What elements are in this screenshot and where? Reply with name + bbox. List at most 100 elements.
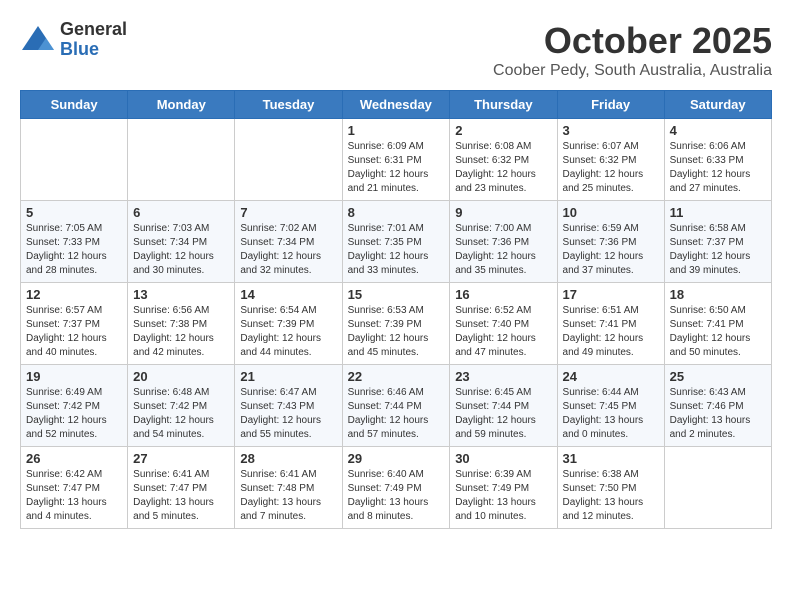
day-info: Sunrise: 6:43 AM Sunset: 7:46 PM Dayligh… <box>670 386 766 442</box>
day-number: 30 <box>455 451 551 466</box>
calendar-cell: 15 Sunrise: 6:53 AM Sunset: 7:39 PM Dayli… <box>342 283 450 365</box>
week-row-2: 5 Sunrise: 7:05 AM Sunset: 7:33 PM Daylig… <box>21 201 772 283</box>
calendar-cell: 13 Sunrise: 6:56 AM Sunset: 7:38 PM Dayli… <box>128 283 235 365</box>
day-number: 18 <box>670 287 766 302</box>
day-number: 8 <box>348 205 445 220</box>
calendar-cell: 27 Sunrise: 6:41 AM Sunset: 7:47 PM Dayli… <box>128 447 235 529</box>
day-number: 12 <box>26 287 122 302</box>
day-info: Sunrise: 6:59 AM Sunset: 7:36 PM Dayligh… <box>563 222 659 278</box>
calendar-cell <box>128 119 235 201</box>
weekday-wednesday: Wednesday <box>342 91 450 119</box>
calendar-cell: 31Sunrise: 6:38 AM Sunset: 7:50 PM Dayli… <box>557 447 664 529</box>
day-number: 2 <box>455 123 551 138</box>
day-number: 14 <box>240 287 336 302</box>
calendar-cell: 20 Sunrise: 6:48 AM Sunset: 7:42 PM Dayli… <box>128 365 235 447</box>
day-info: Sunrise: 6:57 AM Sunset: 7:37 PM Dayligh… <box>26 304 122 360</box>
day-info: Sunrise: 6:56 AM Sunset: 7:38 PM Dayligh… <box>133 304 229 360</box>
calendar-cell: 26Sunrise: 6:42 AM Sunset: 7:47 PM Dayli… <box>21 447 128 529</box>
day-number: 21 <box>240 369 336 384</box>
logo-text: General Blue <box>60 20 127 60</box>
weekday-sunday: Sunday <box>21 91 128 119</box>
day-number: 5 <box>26 205 122 220</box>
day-number: 27 <box>133 451 229 466</box>
day-info: Sunrise: 6:39 AM Sunset: 7:49 PM Dayligh… <box>455 468 551 524</box>
calendar-cell: 16 Sunrise: 6:52 AM Sunset: 7:40 PM Dayli… <box>450 283 557 365</box>
calendar: SundayMondayTuesdayWednesdayThursdayFrid… <box>20 90 772 529</box>
day-info: Sunrise: 6:08 AM Sunset: 6:32 PM Dayligh… <box>455 140 551 196</box>
day-number: 13 <box>133 287 229 302</box>
day-number: 16 <box>455 287 551 302</box>
day-info: Sunrise: 6:38 AM Sunset: 7:50 PM Dayligh… <box>563 468 659 524</box>
calendar-cell <box>235 119 342 201</box>
calendar-cell: 11Sunrise: 6:58 AM Sunset: 7:37 PM Dayli… <box>664 201 771 283</box>
day-number: 11 <box>670 205 766 220</box>
day-info: Sunrise: 6:53 AM Sunset: 7:39 PM Dayligh… <box>348 304 445 360</box>
calendar-cell: 24Sunrise: 6:44 AM Sunset: 7:45 PM Dayli… <box>557 365 664 447</box>
day-number: 23 <box>455 369 551 384</box>
calendar-cell: 25 Sunrise: 6:43 AM Sunset: 7:46 PM Dayli… <box>664 365 771 447</box>
day-number: 20 <box>133 369 229 384</box>
day-info: Sunrise: 6:49 AM Sunset: 7:42 PM Dayligh… <box>26 386 122 442</box>
day-number: 22 <box>348 369 445 384</box>
page-header: General Blue October 2025 Coober Pedy, S… <box>20 20 772 80</box>
week-row-1: 1 Sunrise: 6:09 AM Sunset: 6:31 PM Daylig… <box>21 119 772 201</box>
calendar-cell: 17 Sunrise: 6:51 AM Sunset: 7:41 PM Dayli… <box>557 283 664 365</box>
day-info: Sunrise: 6:44 AM Sunset: 7:45 PM Dayligh… <box>563 386 659 442</box>
day-info: Sunrise: 6:45 AM Sunset: 7:44 PM Dayligh… <box>455 386 551 442</box>
day-number: 17 <box>563 287 659 302</box>
day-info: Sunrise: 6:54 AM Sunset: 7:39 PM Dayligh… <box>240 304 336 360</box>
calendar-header: SundayMondayTuesdayWednesdayThursdayFrid… <box>21 91 772 119</box>
week-row-5: 26Sunrise: 6:42 AM Sunset: 7:47 PM Dayli… <box>21 447 772 529</box>
day-info: Sunrise: 7:00 AM Sunset: 7:36 PM Dayligh… <box>455 222 551 278</box>
week-row-3: 12 Sunrise: 6:57 AM Sunset: 7:37 PM Dayli… <box>21 283 772 365</box>
calendar-cell: 22 Sunrise: 6:46 AM Sunset: 7:44 PM Dayli… <box>342 365 450 447</box>
day-info: Sunrise: 7:03 AM Sunset: 7:34 PM Dayligh… <box>133 222 229 278</box>
day-number: 1 <box>348 123 445 138</box>
day-number: 3 <box>563 123 659 138</box>
day-number: 29 <box>348 451 445 466</box>
title-block: October 2025 Coober Pedy, South Australi… <box>493 20 772 80</box>
calendar-cell: 14 Sunrise: 6:54 AM Sunset: 7:39 PM Dayli… <box>235 283 342 365</box>
day-number: 6 <box>133 205 229 220</box>
logo-general: General <box>60 20 127 40</box>
calendar-cell: 9 Sunrise: 7:00 AM Sunset: 7:36 PM Daylig… <box>450 201 557 283</box>
weekday-saturday: Saturday <box>664 91 771 119</box>
weekday-tuesday: Tuesday <box>235 91 342 119</box>
weekday-header-row: SundayMondayTuesdayWednesdayThursdayFrid… <box>21 91 772 119</box>
day-number: 4 <box>670 123 766 138</box>
day-number: 9 <box>455 205 551 220</box>
day-info: Sunrise: 6:06 AM Sunset: 6:33 PM Dayligh… <box>670 140 766 196</box>
logo: General Blue <box>20 20 127 60</box>
day-info: Sunrise: 6:52 AM Sunset: 7:40 PM Dayligh… <box>455 304 551 360</box>
calendar-cell: 19 Sunrise: 6:49 AM Sunset: 7:42 PM Dayli… <box>21 365 128 447</box>
calendar-cell: 7 Sunrise: 7:02 AM Sunset: 7:34 PM Daylig… <box>235 201 342 283</box>
day-info: Sunrise: 6:47 AM Sunset: 7:43 PM Dayligh… <box>240 386 336 442</box>
day-info: Sunrise: 7:02 AM Sunset: 7:34 PM Dayligh… <box>240 222 336 278</box>
day-info: Sunrise: 6:51 AM Sunset: 7:41 PM Dayligh… <box>563 304 659 360</box>
day-info: Sunrise: 7:05 AM Sunset: 7:33 PM Dayligh… <box>26 222 122 278</box>
day-info: Sunrise: 7:01 AM Sunset: 7:35 PM Dayligh… <box>348 222 445 278</box>
calendar-cell: 3 Sunrise: 6:07 AM Sunset: 6:32 PM Daylig… <box>557 119 664 201</box>
day-number: 7 <box>240 205 336 220</box>
day-info: Sunrise: 6:41 AM Sunset: 7:48 PM Dayligh… <box>240 468 336 524</box>
day-number: 25 <box>670 369 766 384</box>
weekday-friday: Friday <box>557 91 664 119</box>
day-info: Sunrise: 6:48 AM Sunset: 7:42 PM Dayligh… <box>133 386 229 442</box>
calendar-cell: 28Sunrise: 6:41 AM Sunset: 7:48 PM Dayli… <box>235 447 342 529</box>
day-number: 15 <box>348 287 445 302</box>
weekday-monday: Monday <box>128 91 235 119</box>
calendar-cell: 10Sunrise: 6:59 AM Sunset: 7:36 PM Dayli… <box>557 201 664 283</box>
day-number: 19 <box>26 369 122 384</box>
month-title: October 2025 <box>493 20 772 62</box>
location-title: Coober Pedy, South Australia, Australia <box>493 62 772 80</box>
logo-blue: Blue <box>60 40 127 60</box>
week-row-4: 19 Sunrise: 6:49 AM Sunset: 7:42 PM Dayli… <box>21 365 772 447</box>
day-number: 26 <box>26 451 122 466</box>
weekday-thursday: Thursday <box>450 91 557 119</box>
day-info: Sunrise: 6:09 AM Sunset: 6:31 PM Dayligh… <box>348 140 445 196</box>
day-info: Sunrise: 6:07 AM Sunset: 6:32 PM Dayligh… <box>563 140 659 196</box>
calendar-cell: 8 Sunrise: 7:01 AM Sunset: 7:35 PM Daylig… <box>342 201 450 283</box>
calendar-cell: 4 Sunrise: 6:06 AM Sunset: 6:33 PM Daylig… <box>664 119 771 201</box>
day-info: Sunrise: 6:41 AM Sunset: 7:47 PM Dayligh… <box>133 468 229 524</box>
day-info: Sunrise: 6:46 AM Sunset: 7:44 PM Dayligh… <box>348 386 445 442</box>
